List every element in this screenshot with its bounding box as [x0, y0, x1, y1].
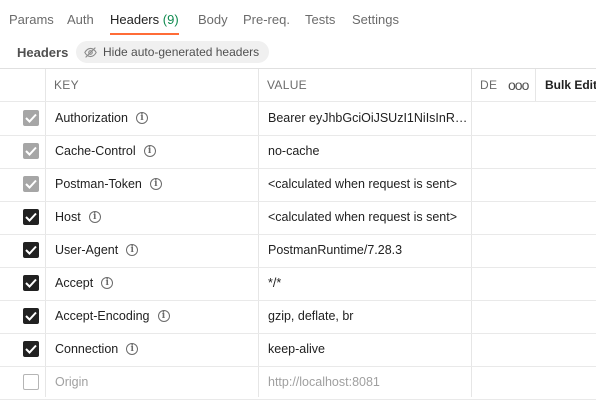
tab-headers-count: (9): [162, 12, 179, 27]
table-header-row: KEY VALUE DE ooo Bulk Edit: [0, 69, 596, 102]
eye-off-icon: [84, 46, 97, 58]
tab-auth[interactable]: Auth: [67, 12, 94, 27]
table-row: Origin http://localhost:8081: [0, 366, 596, 400]
header-value: http://localhost:8081: [268, 375, 380, 389]
headers-toolbar: Headers Hide auto-generated headers: [0, 38, 596, 68]
info-icon[interactable]: i: [135, 112, 148, 124]
header-key-text: Origin: [55, 375, 89, 389]
table-row: Connection i keep-alive: [0, 333, 596, 367]
table-row: Accept-Encoding i gzip, deflate, br: [0, 300, 596, 334]
header-value: no-cache: [268, 144, 320, 158]
row-checkbox[interactable]: [23, 374, 39, 390]
row-checkbox[interactable]: [23, 176, 39, 192]
info-icon[interactable]: i: [126, 244, 139, 256]
header-value: PostmanRuntime/7.28.3: [268, 243, 403, 257]
row-checkbox[interactable]: [23, 110, 39, 126]
header-key: Accept-Encoding i: [55, 309, 170, 323]
header-key: Origin: [55, 375, 88, 389]
header-key: Host i: [55, 210, 101, 224]
info-icon[interactable]: i: [101, 277, 114, 289]
header-key: Authorization i: [55, 111, 148, 125]
header-key-text: Authorization: [55, 111, 128, 125]
column-header-value: VALUE: [267, 78, 307, 92]
header-key: Connection i: [55, 342, 139, 356]
checkmark-icon: [25, 179, 37, 189]
active-tab-indicator: [110, 33, 179, 35]
tab-body[interactable]: Body: [198, 12, 228, 27]
table-row: Host i <calculated when request is sent>: [0, 201, 596, 235]
row-checkbox[interactable]: [23, 275, 39, 291]
header-key: Accept i: [55, 276, 114, 290]
header-value: */*: [268, 276, 282, 290]
header-key-text: Cache-Control: [55, 144, 136, 158]
header-value: <calculated when request is sent>: [268, 210, 458, 224]
info-icon[interactable]: i: [126, 343, 139, 355]
header-key: Postman-Token i: [55, 177, 162, 191]
tab-settings[interactable]: Settings: [352, 12, 399, 27]
table-row: Accept i */*: [0, 267, 596, 301]
column-header-description: DE: [480, 78, 498, 92]
header-value: Bearer eyJhbGciOiJSUzI1NiIsInR5cCI6IkpXV…: [268, 111, 468, 125]
info-icon[interactable]: i: [157, 310, 170, 322]
headers-table: KEY VALUE DE ooo Bulk Edit Authorization…: [0, 68, 596, 400]
table-row: Authorization i Bearer eyJhbGciOiJSUzI1Ni…: [0, 102, 596, 136]
info-icon[interactable]: i: [149, 178, 162, 190]
checkmark-icon: [25, 113, 37, 123]
header-key: Cache-Control i: [55, 144, 156, 158]
tab-tests[interactable]: Tests: [305, 12, 335, 27]
row-checkbox[interactable]: [23, 209, 39, 225]
header-value: <calculated when request is sent>: [268, 177, 458, 191]
checkmark-icon: [25, 311, 37, 321]
row-checkbox[interactable]: [23, 308, 39, 324]
tab-headers[interactable]: Headers (9): [110, 12, 179, 27]
table-row: User-Agent i PostmanRuntime/7.28.3: [0, 234, 596, 268]
checkmark-icon: [25, 245, 37, 255]
header-key-text: Accept-Encoding: [55, 309, 150, 323]
header-key-text: Connection: [55, 342, 119, 356]
hide-auto-generated-headers-button[interactable]: Hide auto-generated headers: [76, 41, 270, 63]
tab-pre-request[interactable]: Pre-req.: [243, 12, 290, 27]
checkmark-icon: [25, 146, 37, 156]
header-key-text: User-Agent: [55, 243, 119, 257]
bulk-edit-button[interactable]: Bulk Edit: [545, 78, 596, 92]
hide-auto-generated-headers-label: Hide auto-generated headers: [103, 45, 260, 59]
checkmark-icon: [25, 212, 37, 222]
more-options-icon[interactable]: ooo: [508, 77, 529, 93]
request-tabs: Params Auth Headers (9) Body Pre-req. Te…: [0, 0, 596, 38]
row-checkbox[interactable]: [23, 341, 39, 357]
header-value: gzip, deflate, br: [268, 309, 354, 323]
header-key-text: Accept: [55, 276, 94, 290]
headers-title: Headers: [17, 45, 69, 60]
tab-params[interactable]: Params: [9, 12, 54, 27]
header-value: keep-alive: [268, 342, 325, 356]
tab-headers-label: Headers: [110, 12, 160, 27]
column-header-key: KEY: [54, 78, 79, 92]
header-key: User-Agent i: [55, 243, 139, 257]
header-key-text: Postman-Token: [55, 177, 142, 191]
table-row: Postman-Token i <calculated when request …: [0, 168, 596, 202]
info-icon[interactable]: i: [143, 145, 156, 157]
checkmark-icon: [25, 278, 37, 288]
header-key-text: Host: [55, 210, 81, 224]
table-row: Cache-Control i no-cache: [0, 135, 596, 169]
row-checkbox[interactable]: [23, 143, 39, 159]
checkmark-icon: [25, 344, 37, 354]
row-checkbox[interactable]: [23, 242, 39, 258]
info-icon[interactable]: i: [88, 211, 101, 223]
